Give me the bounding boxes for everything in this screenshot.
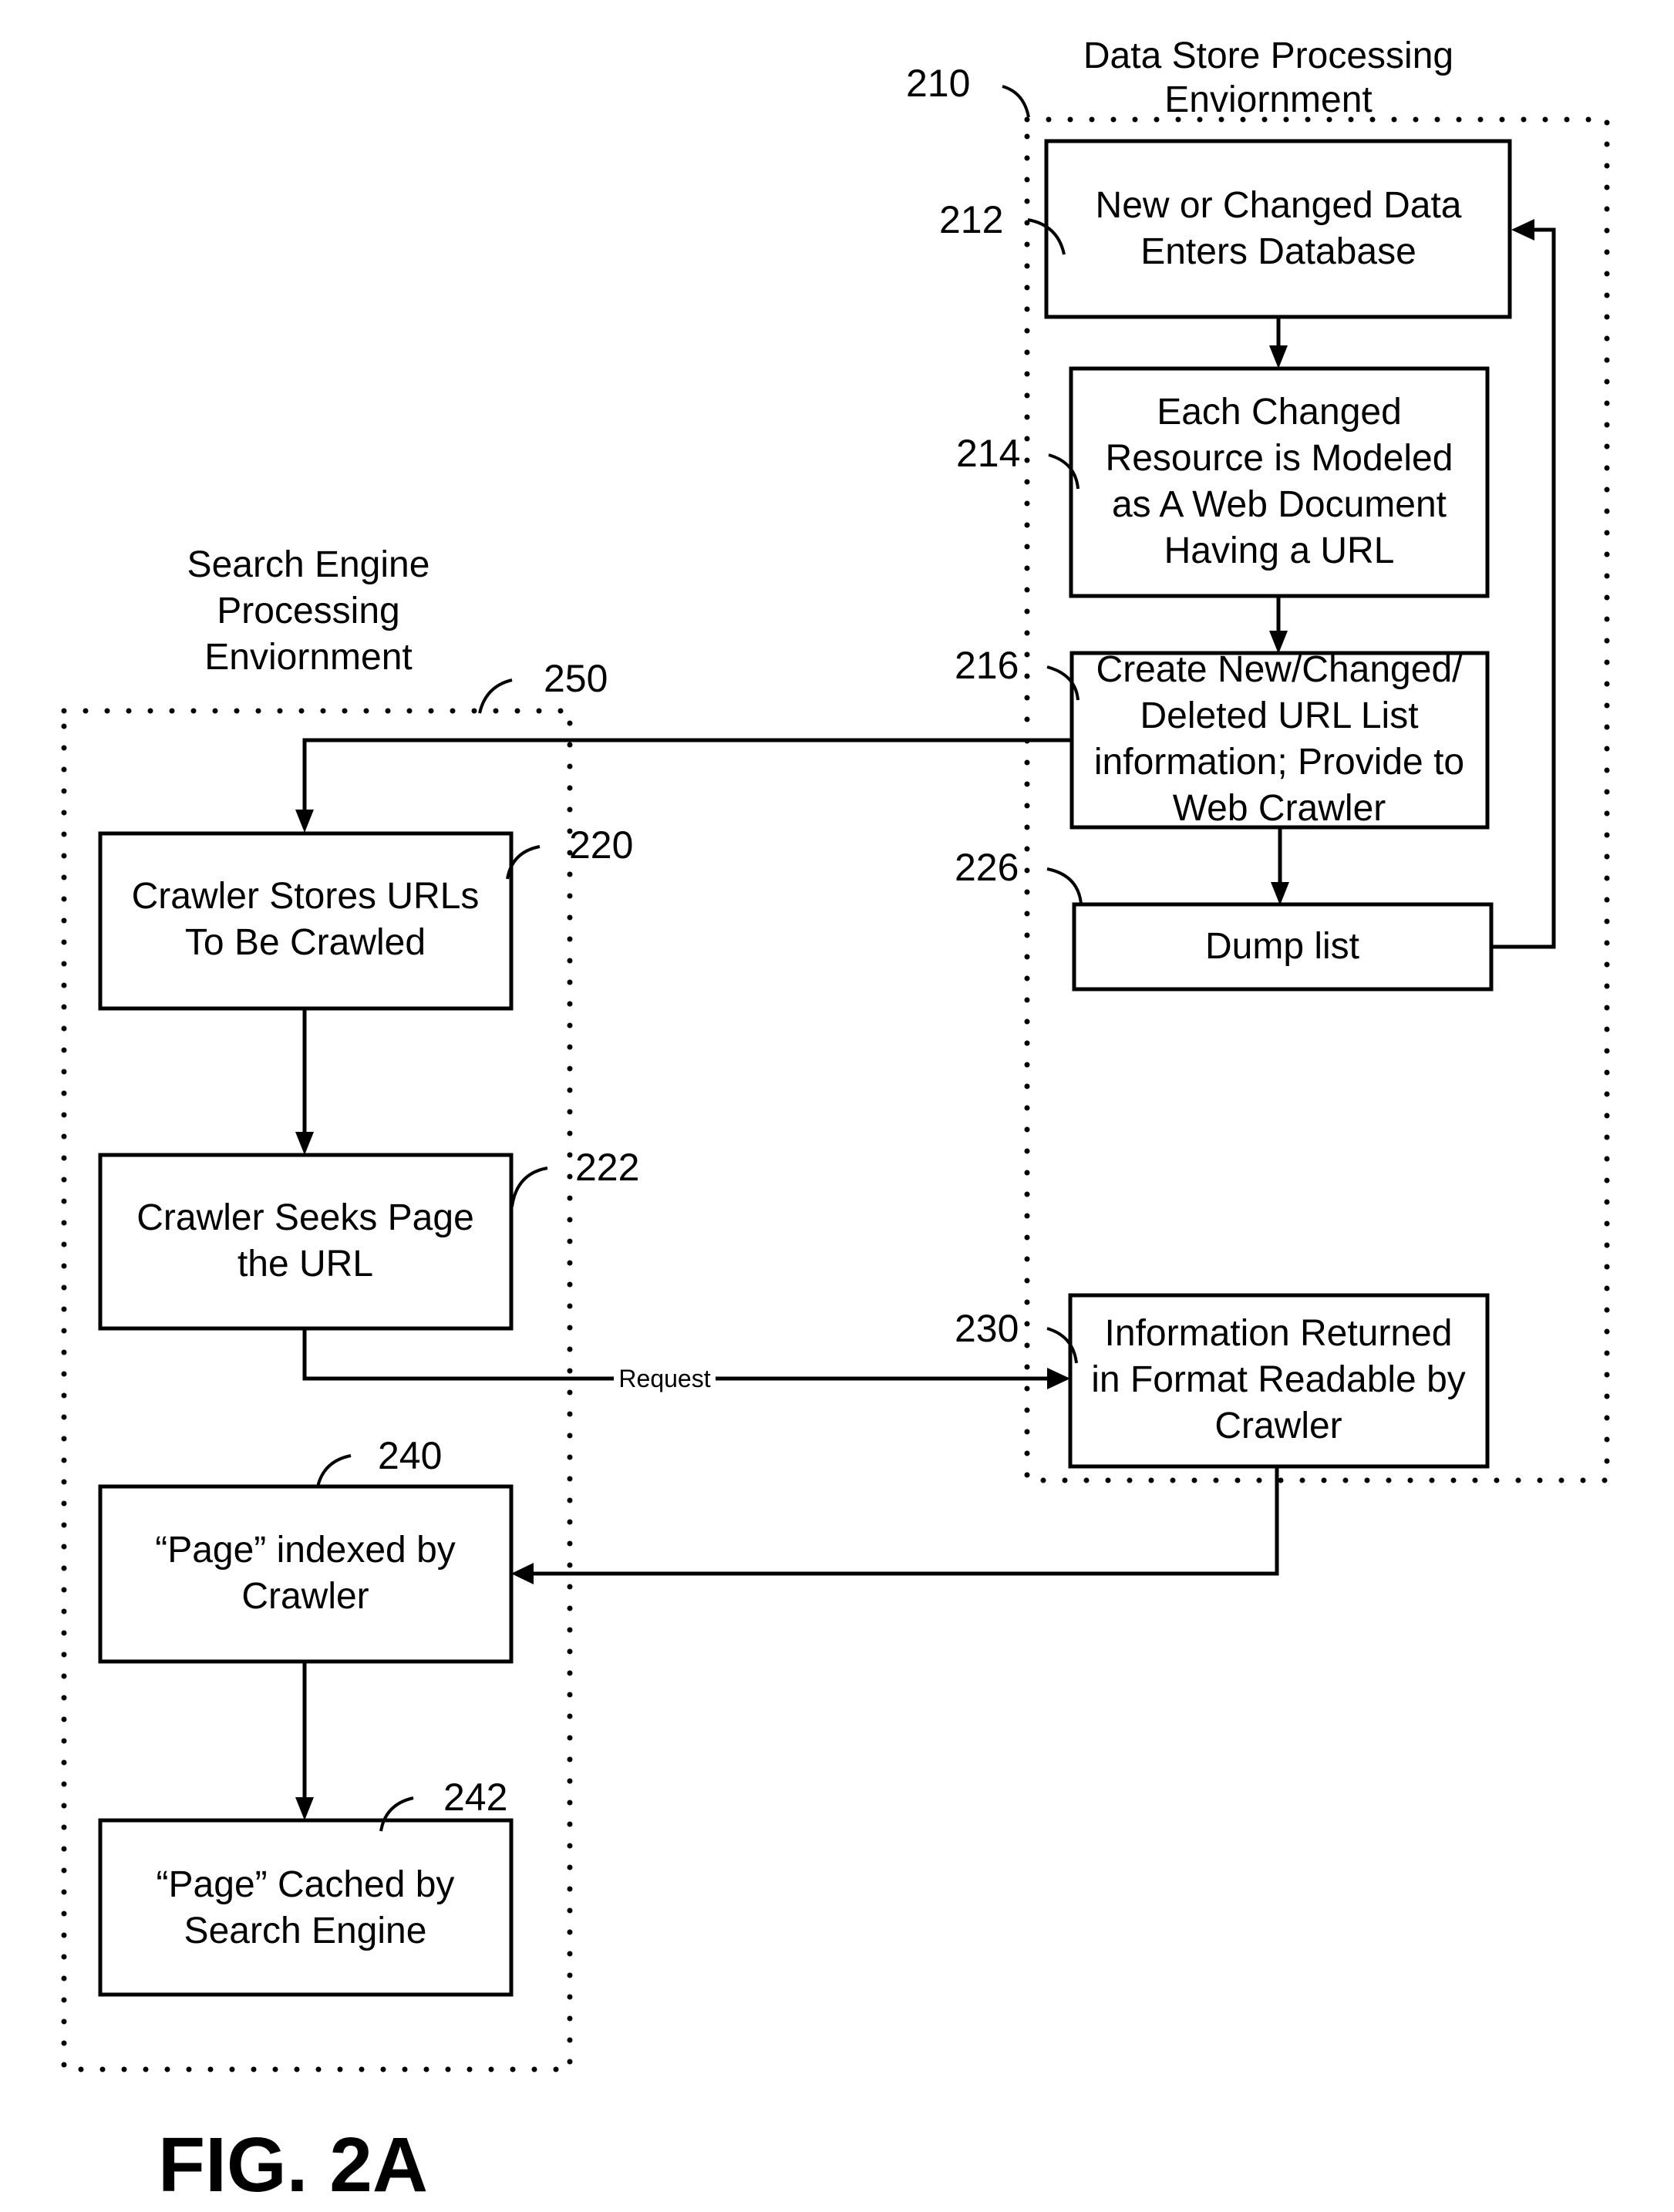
step-216-line-4: Web Crawler xyxy=(1173,788,1386,829)
step-240-box xyxy=(98,1484,514,1664)
ref-216: 216 xyxy=(955,644,1019,687)
step-222-box xyxy=(98,1153,514,1331)
search-engine-env-title-line-3: Enviornment xyxy=(204,637,412,678)
figure-caption: FIG. 2A xyxy=(158,2122,428,2208)
step-216-line-2: Deleted URL List xyxy=(1140,695,1418,736)
leader-226 xyxy=(1046,867,1083,904)
leader-222 xyxy=(510,1167,548,1207)
data-store-env-title-line-1: Data Store Processing xyxy=(1083,35,1453,76)
step-222: Crawler Seeks Page the URL 222 xyxy=(98,1146,639,1331)
step-214-line-2: Resource is Modeled xyxy=(1106,438,1453,479)
ref-220: 220 xyxy=(569,823,633,867)
step-212-line-1: New or Changed Data xyxy=(1096,185,1462,226)
patent-figure: Data Store Processing Enviornment Search… xyxy=(0,0,1674,2208)
arrowhead-212-214 xyxy=(1269,345,1288,369)
arrowhead-216-220 xyxy=(295,810,314,833)
ref-214: 214 xyxy=(956,432,1020,475)
flow-diagram: Data Store Processing Enviornment Search… xyxy=(61,35,1610,2208)
step-214-line-1: Each Changed xyxy=(1157,392,1402,433)
ref-250: 250 xyxy=(544,657,608,700)
ref-212: 212 xyxy=(939,198,1003,241)
arrowhead-230-240 xyxy=(511,1563,534,1584)
step-214-line-3: as A Web Document xyxy=(1112,484,1447,525)
step-212-box xyxy=(1044,139,1512,319)
search-engine-env-title-line-2: Processing xyxy=(217,591,399,631)
data-store-env-title: Data Store Processing Enviornment xyxy=(1083,35,1453,120)
leader-210 xyxy=(1002,85,1030,118)
step-220-line-1: Crawler Stores URLs xyxy=(132,876,480,917)
step-240-line-2: Crawler xyxy=(241,1576,369,1617)
data-store-env-title-line-2: Enviornment xyxy=(1164,79,1372,120)
step-230: Information Returned in Format Readable … xyxy=(955,1293,1490,1469)
connector-226-212-loop xyxy=(1492,227,1556,949)
step-226: Dump list 226 xyxy=(955,846,1494,992)
step-214-line-4: Having a URL xyxy=(1164,530,1395,571)
ref-240: 240 xyxy=(378,1434,442,1477)
step-226-line-1: Dump list xyxy=(1205,926,1359,967)
step-242-line-1: “Page” Cached by xyxy=(157,1864,455,1905)
arrowhead-226-212 xyxy=(1511,219,1534,241)
step-216-line-1: Create New/Changed/ xyxy=(1096,649,1463,690)
step-212-line-2: Enters Database xyxy=(1140,231,1416,272)
connector-230-240 xyxy=(532,1466,1279,1576)
step-240: “Page” indexed by Crawler 240 xyxy=(98,1434,514,1664)
ref-222: 222 xyxy=(575,1146,639,1189)
search-engine-env-title: Search Engine Processing Enviornment xyxy=(187,544,430,678)
step-242-line-2: Search Engine xyxy=(184,1911,427,1951)
step-216: Create New/Changed/ Deleted URL List inf… xyxy=(955,644,1490,830)
leader-240 xyxy=(316,1454,352,1487)
step-220-box xyxy=(98,831,514,1011)
arrowhead-220-222 xyxy=(295,1132,314,1155)
ref-210: 210 xyxy=(906,62,970,105)
step-216-line-3: information; Provide to xyxy=(1094,742,1464,783)
step-220-line-2: To Be Crawled xyxy=(185,922,426,963)
search-engine-env-title-line-1: Search Engine xyxy=(187,544,430,585)
ref-242: 242 xyxy=(443,1776,507,1819)
step-222-line-1: Crawler Seeks Page xyxy=(136,1197,474,1238)
step-212: New or Changed Data Enters Database 212 xyxy=(939,139,1512,319)
step-230-line-1: Information Returned xyxy=(1105,1313,1453,1354)
step-230-line-3: Crawler xyxy=(1214,1406,1342,1446)
step-230-line-2: in Format Readable by xyxy=(1091,1359,1466,1400)
step-220: Crawler Stores URLs To Be Crawled 220 xyxy=(98,823,633,1011)
step-222-line-2: the URL xyxy=(237,1244,373,1284)
arrowhead-222-230 xyxy=(1047,1368,1070,1389)
connector-216-220 xyxy=(302,738,1072,813)
request-label: Request xyxy=(618,1365,710,1392)
ref-230: 230 xyxy=(955,1307,1019,1350)
step-214: Each Changed Resource is Modeled as A We… xyxy=(956,366,1490,598)
ref-226: 226 xyxy=(955,846,1019,889)
arrowhead-240-242 xyxy=(295,1797,314,1820)
step-240-line-1: “Page” indexed by xyxy=(155,1530,456,1571)
step-242-box xyxy=(98,1818,514,1997)
arrowhead-216-226 xyxy=(1271,882,1289,905)
